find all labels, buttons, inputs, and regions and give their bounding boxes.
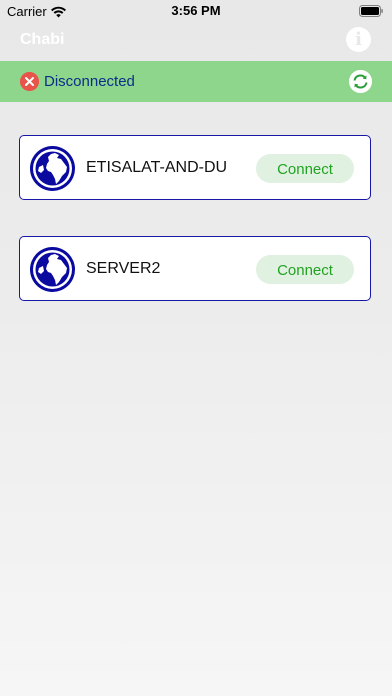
connect-button[interactable]: Connect (256, 154, 354, 183)
server-name: SERVER2 (86, 260, 161, 277)
connect-button[interactable]: Connect (256, 255, 354, 284)
x-circle-icon (20, 72, 39, 91)
server-card[interactable]: ETISALAT-AND-DU Connect (19, 135, 371, 200)
navigation-bar: Chabi i (0, 22, 392, 60)
battery-icon (359, 5, 383, 17)
status-bar: Carrier 3:56 PM (0, 0, 392, 22)
info-button[interactable]: i (346, 27, 371, 52)
clock: 3:56 PM (171, 3, 221, 18)
connection-status-banner: Disconnected (0, 61, 392, 102)
refresh-button[interactable] (349, 70, 372, 93)
globe-icon (30, 146, 75, 191)
refresh-icon (349, 70, 372, 93)
server-card[interactable]: SERVER2 Connect (19, 236, 371, 301)
globe-icon (30, 247, 75, 292)
connection-status-text: Disconnected (44, 73, 135, 90)
app-title: Chabi (20, 31, 65, 48)
info-icon: i (355, 29, 362, 50)
server-name: ETISALAT-AND-DU (86, 159, 228, 176)
